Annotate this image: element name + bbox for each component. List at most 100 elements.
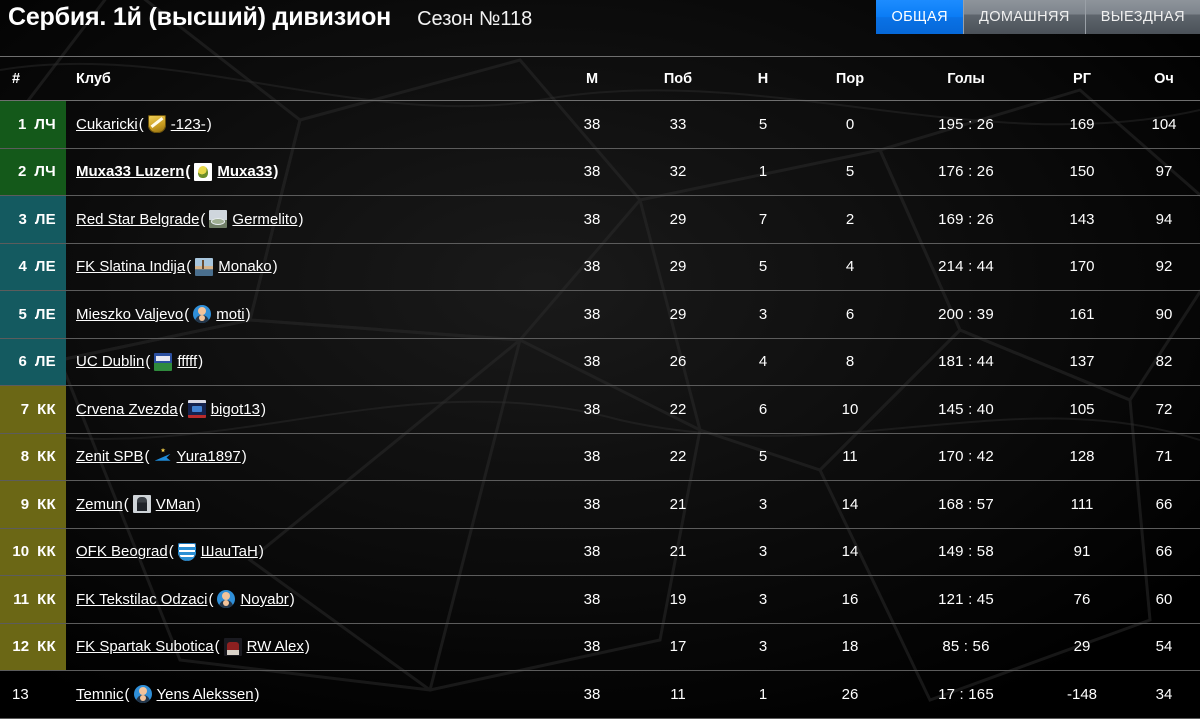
club-link[interactable]: Crvena Zvezda bbox=[76, 401, 178, 418]
manager-link[interactable]: -123- bbox=[171, 116, 206, 133]
manager-link[interactable]: RW Alex bbox=[247, 638, 304, 655]
zone-label: КК bbox=[37, 495, 56, 513]
zone-badge: 2 ЛЧ bbox=[0, 148, 66, 195]
club-link[interactable]: FK Spartak Subotica bbox=[76, 638, 214, 655]
rank-cell: 10 КК bbox=[0, 528, 66, 576]
points-cell: 54 bbox=[1128, 623, 1200, 671]
club-line: Mieszko Valjevo (moti) bbox=[76, 305, 550, 324]
matches-played-cell: 38 bbox=[550, 385, 634, 434]
rank-number: 2 bbox=[17, 163, 27, 181]
paren-close: ) bbox=[289, 590, 295, 608]
club-line: Cukaricki (-123-) bbox=[76, 115, 550, 134]
manager-link[interactable]: Yens Alekssen bbox=[157, 686, 254, 703]
draws-cell: 1 bbox=[722, 670, 804, 719]
rank-number: 10 bbox=[12, 543, 30, 561]
club-line: Zenit SPB (Yura1897) bbox=[76, 448, 550, 466]
club-link[interactable]: Zemun bbox=[76, 496, 123, 513]
manager-link[interactable]: Monako bbox=[218, 258, 271, 275]
rank-number: 13 bbox=[12, 685, 29, 703]
zone-badge: 13 bbox=[0, 671, 66, 718]
tab-home[interactable]: ДОМАШНЯЯ bbox=[964, 0, 1086, 34]
manager-link[interactable]: moti bbox=[216, 306, 244, 323]
goals-cell: 214 : 44 bbox=[896, 243, 1036, 291]
column-header-goal-difference[interactable]: РГ bbox=[1036, 56, 1128, 101]
column-header-played[interactable]: М bbox=[550, 56, 634, 101]
zone-label: КК bbox=[37, 590, 56, 608]
column-header-losses[interactable]: Пор bbox=[804, 56, 896, 101]
club-link[interactable]: Mieszko Valjevo bbox=[76, 306, 183, 323]
wins-cell: 17 bbox=[634, 623, 722, 671]
paren-close: ) bbox=[195, 495, 201, 513]
club-link[interactable]: Muxa33 Luzern bbox=[76, 163, 184, 180]
manager-link[interactable]: ШauTaH bbox=[201, 543, 258, 560]
goals-cell: 149 : 58 bbox=[896, 528, 1036, 576]
manager-link[interactable]: VMan bbox=[156, 496, 195, 513]
manager-link[interactable]: Muxa33 bbox=[217, 163, 272, 180]
spartak-icon bbox=[223, 637, 242, 656]
column-header-draws[interactable]: Н bbox=[722, 56, 804, 101]
season-label: Сезон №118 bbox=[417, 8, 533, 30]
manager-link[interactable]: Noyabr bbox=[240, 591, 288, 608]
ofk-crest-icon bbox=[177, 542, 196, 561]
points-cell: 104 bbox=[1128, 100, 1200, 149]
club-link[interactable]: Temnic bbox=[76, 686, 124, 703]
points-cell: 66 bbox=[1128, 480, 1200, 529]
manager-link[interactable]: bigot13 bbox=[211, 401, 260, 418]
tab-overall[interactable]: ОБЩАЯ bbox=[876, 0, 964, 34]
points-cell: 97 bbox=[1128, 148, 1200, 196]
rank-number: 7 bbox=[20, 400, 30, 418]
draws-cell: 3 bbox=[722, 290, 804, 339]
wins-cell: 21 bbox=[634, 528, 722, 576]
club-link[interactable]: Cukaricki bbox=[76, 116, 138, 133]
club-link[interactable]: Zenit SPB bbox=[76, 448, 144, 465]
wins-cell: 21 bbox=[634, 480, 722, 529]
zone-badge: 3 ЛЕ bbox=[0, 196, 66, 243]
club-link[interactable]: FK Tekstilac Odzaci bbox=[76, 591, 207, 608]
goals-cell: 176 : 26 bbox=[896, 148, 1036, 196]
person-icon bbox=[217, 590, 236, 609]
rank-number: 6 bbox=[18, 353, 27, 371]
tab-away[interactable]: ВЫЕЗДНАЯ bbox=[1086, 0, 1200, 34]
club-link[interactable]: Red Star Belgrade bbox=[76, 211, 199, 228]
club-cell: Crvena Zvezda (bigot13) bbox=[66, 385, 550, 434]
club-line: Zemun (VMan) bbox=[76, 495, 550, 514]
rank-number: 9 bbox=[20, 495, 30, 513]
table-row: 1 ЛЧ Cukaricki (-123-) 38 33 5 0 195 : 26 169 104 bbox=[0, 100, 1200, 149]
club-cell: Cukaricki (-123-) bbox=[66, 100, 550, 149]
table-row: 8 КК Zenit SPB (Yura1897) 38 22 5 11 170 : 42 12… bbox=[0, 433, 1200, 481]
paren-close: ) bbox=[254, 685, 260, 703]
goal-difference-cell: 105 bbox=[1036, 385, 1128, 434]
zone-badge: 5 ЛЕ bbox=[0, 291, 66, 338]
club-line: Crvena Zvezda (bigot13) bbox=[76, 400, 550, 419]
losses-cell: 5 bbox=[804, 148, 896, 196]
manager-link[interactable]: fffff bbox=[177, 353, 197, 370]
club-cell: Zenit SPB (Yura1897) bbox=[66, 433, 550, 481]
goal-difference-cell: 170 bbox=[1036, 243, 1128, 291]
column-header-goals[interactable]: Голы bbox=[896, 56, 1036, 101]
goals-cell: 17 : 165 bbox=[896, 670, 1036, 719]
zone-label: ЛЕ bbox=[34, 210, 56, 228]
club-link[interactable]: UC Dublin bbox=[76, 353, 144, 370]
standings-table: # Клуб М Поб Н Пор Голы РГ Оч 1 ЛЧ Cukaric… bbox=[0, 56, 1200, 719]
goal-difference-cell: 111 bbox=[1036, 480, 1128, 529]
matches-played-cell: 38 bbox=[550, 148, 634, 196]
zone-label: КК bbox=[37, 638, 56, 656]
wins-cell: 29 bbox=[634, 195, 722, 244]
paren-close: ) bbox=[298, 210, 304, 228]
club-cell: Red Star Belgrade (Germelito) bbox=[66, 195, 550, 244]
club-link[interactable]: FK Slatina Indija bbox=[76, 258, 185, 275]
paren-open: ( bbox=[186, 258, 192, 276]
manager-link[interactable]: Yura1897 bbox=[177, 448, 241, 465]
paren-open: ( bbox=[145, 353, 151, 371]
wins-cell: 11 bbox=[634, 670, 722, 719]
paren-open: ( bbox=[124, 685, 130, 703]
zone-badge: 6 ЛЕ bbox=[0, 338, 66, 385]
column-header-club[interactable]: Клуб bbox=[66, 56, 550, 101]
table-row: 13 Temnic (Yens Alekssen) 38 11 1 26 17 : 165-… bbox=[0, 670, 1200, 719]
club-cell: FK Slatina Indija (Monako) bbox=[66, 243, 550, 291]
club-link[interactable]: OFK Beograd bbox=[76, 543, 168, 560]
column-header-wins[interactable]: Поб bbox=[634, 56, 722, 101]
column-header-points[interactable]: Оч bbox=[1128, 56, 1200, 101]
manager-link[interactable]: Germelito bbox=[232, 211, 297, 228]
column-header-rank[interactable]: # bbox=[0, 56, 66, 101]
